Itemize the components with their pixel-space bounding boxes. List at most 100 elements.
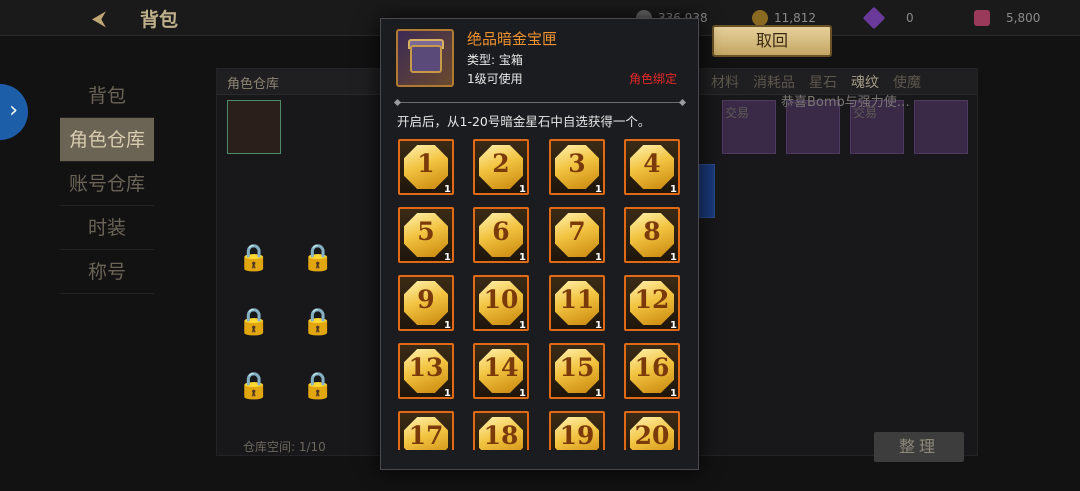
gem-option-13[interactable]: 13 1 (398, 343, 454, 399)
gem-number: 5 (417, 217, 435, 246)
gem-number: 9 (417, 285, 435, 314)
divider (393, 98, 687, 107)
gem-quantity: 1 (444, 320, 451, 331)
lock-icon: 🔒 (301, 371, 335, 401)
gem-number: 15 (559, 353, 595, 382)
currency-value: 5,800 (1006, 11, 1041, 25)
item-description: 开启后，从1-20号暗金星石中自选获得一个。 (397, 114, 651, 129)
lock-icon: 🔒 (237, 243, 271, 273)
gem-option-5[interactable]: 51 (398, 207, 454, 263)
side-nav-item-bag[interactable]: 背包 (60, 74, 154, 118)
gem-number: 11 (559, 285, 595, 314)
side-nav-item-account-warehouse[interactable]: 账号仓库 (60, 162, 154, 206)
gem-number: 17 (408, 421, 444, 450)
side-nav-item-title[interactable]: 称号 (60, 250, 154, 294)
gem-number: 2 (492, 149, 510, 178)
gem-quantity: 1 (595, 388, 602, 399)
gem-number: 20 (634, 421, 670, 450)
gem-number: 8 (643, 217, 661, 246)
gem-option-19[interactable]: 191 (549, 411, 605, 450)
gem-number: 3 (568, 149, 586, 178)
tab-consumables[interactable]: 消耗品 (753, 72, 795, 92)
gem-number: 4 (643, 149, 661, 178)
gem-option-18[interactable]: 181 (473, 411, 529, 450)
back-arrow-icon[interactable]: ⮜ (82, 6, 116, 30)
gem-quantity: 1 (519, 184, 526, 195)
gem-number: 1 (417, 149, 435, 178)
lock-icon: 🔒 (237, 371, 271, 401)
gem-option-14[interactable]: 14 1 (473, 343, 529, 399)
gem-number: 14 (483, 353, 519, 382)
lock-icon: 🔒 (301, 307, 335, 337)
retrieve-button[interactable]: 取回 (712, 25, 832, 57)
gem-option-7[interactable]: 71 (549, 207, 605, 263)
gem-option-6[interactable]: 61 (473, 207, 529, 263)
item-level-requirement: 1级可使用 (467, 72, 523, 86)
gem-option-3[interactable]: 31 (549, 139, 605, 195)
bind-status: 角色绑定 (629, 72, 678, 86)
gem-option-1[interactable]: 11 (398, 139, 454, 195)
gem-quantity: 1 (444, 252, 451, 263)
game-screen: ⮜ 背包 336,938 11,812 0 5,800 › 背包 角色仓库 账号… (0, 0, 1080, 491)
gem-quantity: 1 (444, 388, 451, 399)
gem-option-10[interactable]: 10 1 (473, 275, 529, 331)
gem-quantity: 1 (670, 252, 677, 263)
tab-materials[interactable]: 材料 (711, 72, 739, 92)
gem-quantity: 1 (519, 252, 526, 263)
expand-chevron-icon[interactable]: › (0, 84, 28, 140)
gem-option-12[interactable]: 12 1 (624, 275, 680, 331)
gem-number: 7 (568, 217, 586, 246)
gem-quantity: 1 (519, 320, 526, 331)
gold-coin-icon (752, 10, 768, 26)
gem-option-4[interactable]: 41 (624, 139, 680, 195)
chest-body (410, 45, 442, 73)
side-nav-item-fashion[interactable]: 时装 (60, 206, 154, 250)
gem-quantity: 1 (595, 320, 602, 331)
warehouse-title: 角色仓库 (227, 77, 280, 92)
tab-familiars[interactable]: 使魔 (893, 72, 921, 92)
currency-red[interactable]: 5,800 (974, 9, 1040, 27)
gem-option-11[interactable]: 11 1 (549, 275, 605, 331)
gem-option-17[interactable]: 171 (398, 411, 454, 450)
warehouse-slot-item[interactable] (699, 164, 715, 218)
warehouse-slot-item[interactable] (914, 100, 968, 154)
gem-number: 13 (408, 353, 444, 382)
gem-quantity: 1 (670, 320, 677, 331)
gem-option-8[interactable]: 81 (624, 207, 680, 263)
divider-dot (393, 98, 402, 107)
capacity-label: 仓库空间: 1/10 (243, 440, 326, 454)
currency-value: 0 (906, 11, 914, 25)
item-name: 绝品暗金宝匣 (467, 30, 558, 48)
gem-quantity: 1 (595, 184, 602, 195)
red-gem-add-icon[interactable] (974, 10, 990, 26)
divider-line (399, 102, 681, 103)
gem-number: 10 (483, 285, 519, 314)
page-title: 背包 (140, 9, 179, 31)
currency-purple: 0 (862, 6, 914, 30)
warehouse-slot-chest[interactable] (227, 100, 281, 154)
trade-label: 交易 (725, 106, 750, 120)
gem-quantity: 1 (595, 252, 602, 263)
lock-icon: 🔒 (237, 307, 271, 337)
gem-quantity: 1 (519, 388, 526, 399)
gem-number: 19 (559, 421, 595, 450)
gem-option-20[interactable]: 201 (624, 411, 680, 450)
gem-number: 12 (634, 285, 670, 314)
gem-option-2[interactable]: 21 (473, 139, 529, 195)
gem-option-9[interactable]: 91 (398, 275, 454, 331)
tab-soul-patterns[interactable]: 魂纹 (851, 72, 879, 92)
tab-star-stones[interactable]: 星石 (809, 72, 837, 92)
gem-number: 6 (492, 217, 510, 246)
side-nav-item-character-warehouse[interactable]: 角色仓库 (60, 118, 154, 162)
gem-quantity: 1 (444, 184, 451, 195)
currency-value: 11,812 (774, 11, 816, 25)
gem-number: 18 (483, 421, 519, 450)
item-type: 类型: 宝箱 (467, 53, 523, 67)
side-nav: 背包 角色仓库 账号仓库 时装 称号 (60, 74, 154, 294)
gem-quantity: 1 (670, 388, 677, 399)
gem-quantity: 1 (670, 184, 677, 195)
gem-option-16[interactable]: 16 1 (624, 343, 680, 399)
sort-button[interactable]: 整理 (874, 432, 964, 462)
divider-dot (678, 98, 687, 107)
gem-option-15[interactable]: 15 1 (549, 343, 605, 399)
